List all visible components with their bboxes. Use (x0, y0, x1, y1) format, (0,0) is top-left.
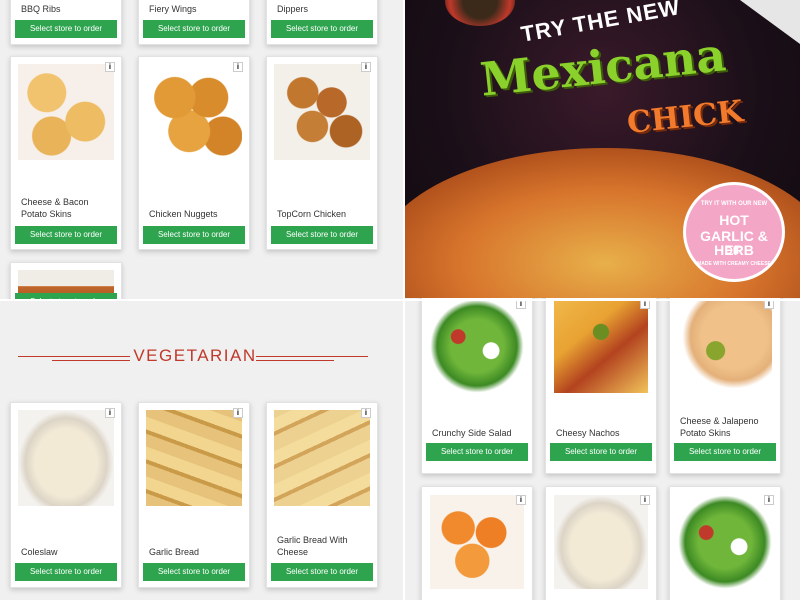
product-name: Dippers (277, 4, 309, 14)
promo-banner-panel: TRY THE NEW Mexicana CHICK TRY IT WITH O… (405, 0, 800, 298)
garlic-bread-image[interactable] (146, 410, 242, 506)
info-icon[interactable]: i (233, 408, 243, 418)
salad-image[interactable] (678, 495, 772, 589)
info-icon[interactable]: i (764, 495, 774, 505)
product-card-coleslaw-2[interactable]: i (545, 486, 657, 600)
product-card-potato-skins[interactable]: i Cheese & Bacon Potato Skins Select sto… (10, 56, 122, 250)
split-divider-horizontal (0, 299, 800, 301)
info-icon[interactable]: i (361, 62, 371, 72)
select-store-button[interactable]: Select store to order (674, 443, 776, 461)
product-name: Fiery Wings (149, 4, 197, 14)
product-card-fiery-wings[interactable]: Fiery Wings Select store to order (138, 0, 250, 45)
product-name: BBQ Ribs (21, 4, 61, 14)
product-card-wings[interactable]: Select store to order (10, 262, 122, 300)
badge-line3: DIP (724, 245, 744, 257)
select-store-button[interactable]: Select store to order (550, 443, 652, 461)
product-name: Cheese & Bacon Potato Skins (21, 197, 89, 219)
product-card-salad-2[interactable]: i (669, 486, 781, 600)
jalapeno-poppers-image[interactable] (430, 495, 524, 589)
potato-skins-image[interactable] (18, 64, 114, 160)
product-name: Crunchy Side Salad (432, 428, 512, 438)
sombrero-icon (445, 0, 515, 26)
product-card-chicken-nuggets[interactable]: i Chicken Nuggets Select store to order (138, 56, 250, 250)
info-icon[interactable]: i (361, 408, 371, 418)
product-name: Chicken Nuggets (149, 209, 218, 219)
title-rule-right-2 (256, 360, 334, 361)
vegetarian-panel: VEGETARIAN i Coleslaw Select store to or… (0, 300, 403, 600)
product-card-coleslaw[interactable]: i Coleslaw Select store to order (10, 402, 122, 588)
salad-image[interactable] (430, 299, 524, 393)
nachos-image[interactable] (554, 299, 648, 393)
select-store-button[interactable]: Select store to order (143, 20, 245, 38)
product-name: TopCorn Chicken (277, 209, 347, 219)
product-card-garlic-bread-cheese[interactable]: i Garlic Bread With Cheese Select store … (266, 402, 378, 588)
select-store-button[interactable]: Select store to order (271, 20, 373, 38)
badge-bottom-text: MADE WITH CREAMY CHEESE (697, 261, 771, 267)
jalapeno-skins-image[interactable] (678, 299, 772, 393)
promo-banner[interactable]: TRY THE NEW Mexicana CHICK TRY IT WITH O… (405, 0, 800, 298)
product-name: Coleslaw (21, 547, 58, 557)
info-icon[interactable]: i (233, 62, 243, 72)
coleslaw-image[interactable] (554, 495, 648, 589)
popcorn-chicken-image[interactable] (274, 64, 370, 160)
title-rule-right (256, 356, 368, 357)
select-store-button[interactable]: Select store to order (143, 226, 245, 244)
product-name: Cheesy Nachos (556, 428, 620, 438)
select-store-button[interactable]: Select store to order (15, 226, 117, 244)
info-icon[interactable]: i (105, 408, 115, 418)
select-store-button[interactable]: Select store to order (426, 443, 528, 461)
chicken-nuggets-image[interactable] (146, 64, 242, 160)
menu-panel-top-left: BBQ Ribs Select store to order Fiery Win… (0, 0, 403, 300)
select-store-button[interactable]: Select store to order (271, 563, 373, 581)
info-icon[interactable]: i (105, 62, 115, 72)
product-card-garlic-bread[interactable]: i Garlic Bread Select store to order (138, 402, 250, 588)
dip-badge: TRY IT WITH OUR NEW HOT GARLIC & HERB DI… (683, 182, 785, 282)
menu-panel-bottom-right: i Crunchy Side Salad Select store to ord… (405, 298, 800, 600)
select-store-button[interactable]: Select store to order (15, 20, 117, 38)
product-card-bbq-ribs[interactable]: BBQ Ribs Select store to order (10, 0, 122, 45)
product-name: Cheese & Jalapeno Potato Skins (680, 416, 759, 438)
info-icon[interactable]: i (516, 495, 526, 505)
select-store-button[interactable]: Select store to order (271, 226, 373, 244)
coleslaw-image[interactable] (18, 410, 114, 506)
product-card-cheesy-nachos[interactable]: i Cheesy Nachos Select store to order (545, 298, 657, 474)
product-card-dippers[interactable]: Dippers Select store to order (266, 0, 378, 45)
garlic-bread-cheese-image[interactable] (274, 410, 370, 506)
select-store-button[interactable]: Select store to order (143, 563, 245, 581)
product-name: Garlic Bread With Cheese (277, 535, 348, 557)
product-card-jalapeno-skins[interactable]: i Cheese & Jalapeno Potato Skins Select … (669, 298, 781, 474)
product-card-jalapeno-poppers[interactable]: i (421, 486, 533, 600)
screen: BBQ Ribs Select store to order Fiery Win… (0, 0, 800, 600)
product-card-side-salad[interactable]: i Crunchy Side Salad Select store to ord… (421, 298, 533, 474)
product-name: Garlic Bread (149, 547, 200, 557)
info-icon[interactable]: i (640, 495, 650, 505)
badge-line1: HOT (719, 212, 749, 228)
product-card-topcorn-chicken[interactable]: i TopCorn Chicken Select store to order (266, 56, 378, 250)
badge-top-text: TRY IT WITH OUR NEW (700, 201, 768, 207)
select-store-button[interactable]: Select store to order (15, 563, 117, 581)
banner-product-subtitle: CHICK (625, 94, 745, 141)
